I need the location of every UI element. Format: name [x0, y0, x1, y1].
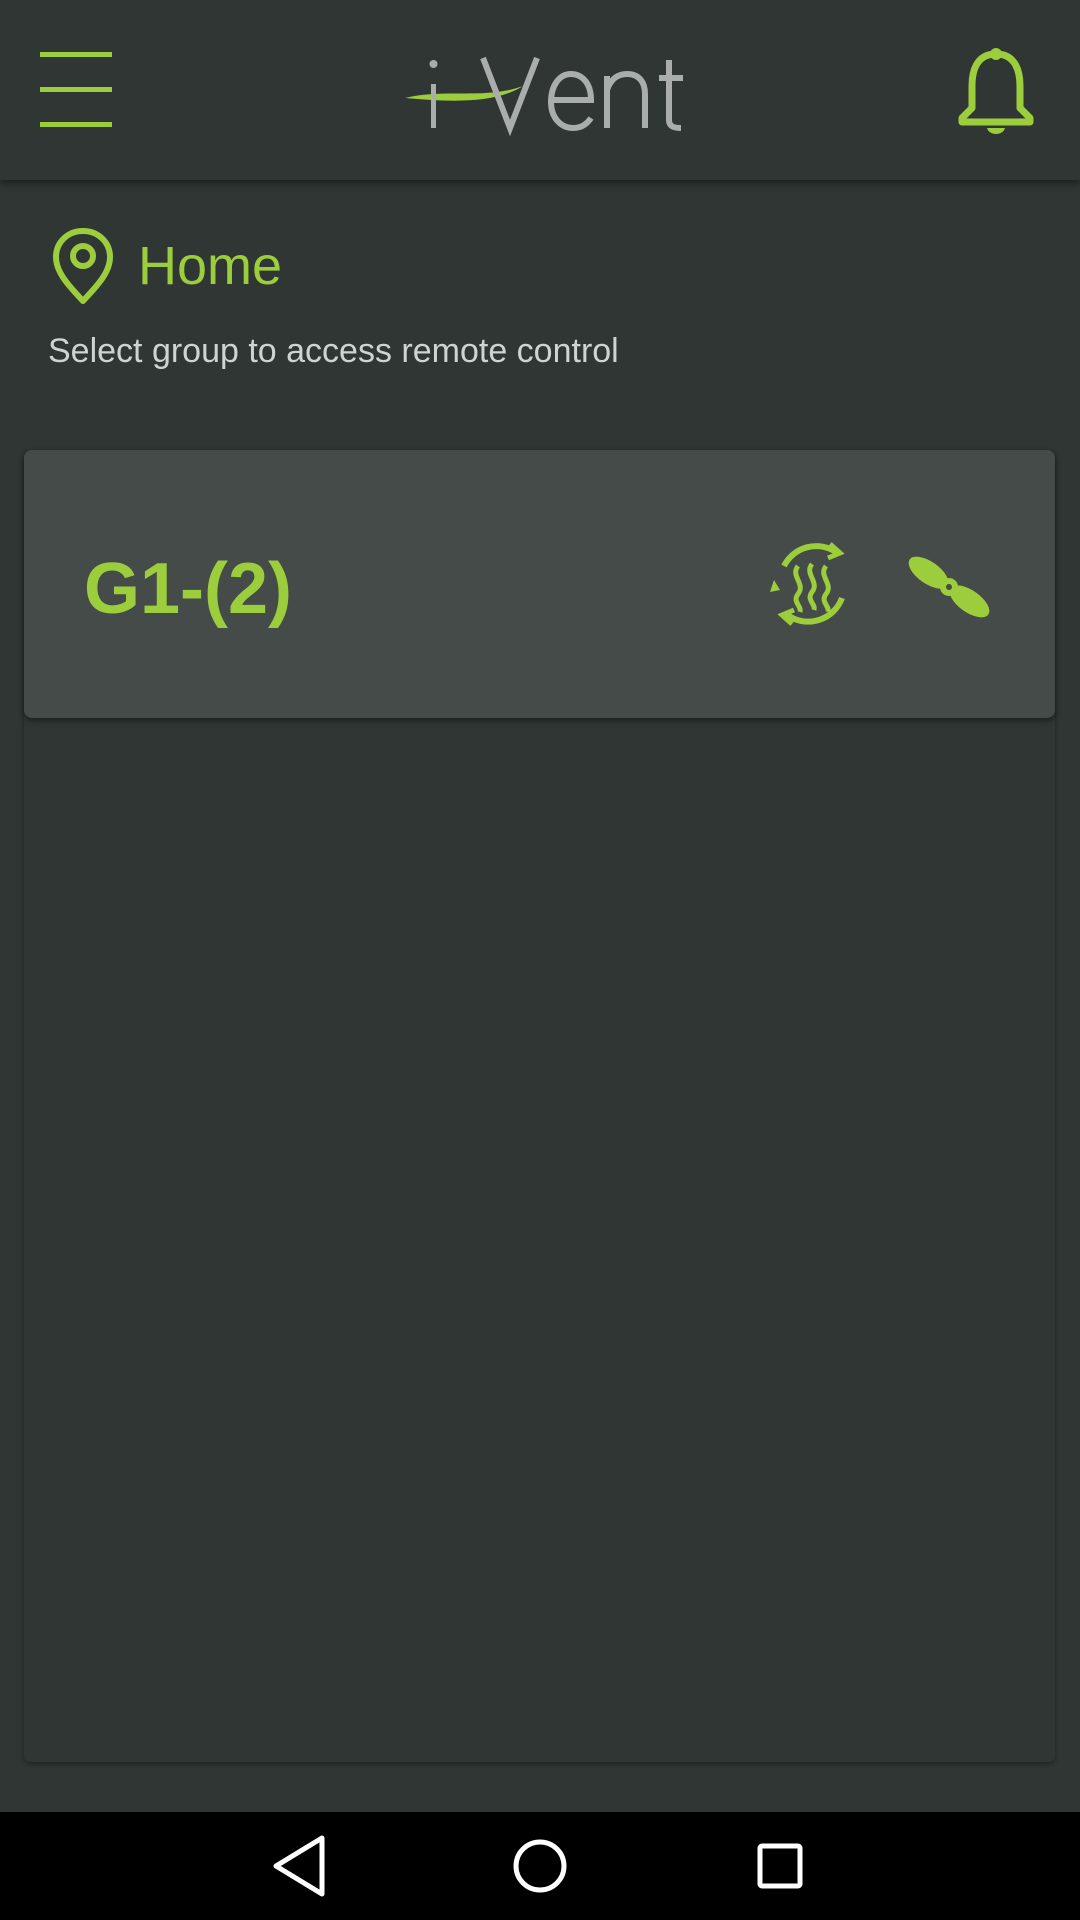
location-header: Home — [48, 226, 282, 306]
recents-button[interactable] — [742, 1828, 818, 1904]
home-button[interactable] — [502, 1828, 578, 1904]
back-button[interactable] — [262, 1828, 338, 1904]
group-card[interactable]: G1-(2) — [24, 450, 1055, 718]
hamburger-menu-icon — [40, 52, 112, 127]
back-triangle-icon — [273, 1835, 325, 1897]
app-logo — [405, 42, 715, 142]
fan-icon — [908, 556, 990, 618]
system-navigation-bar — [0, 1812, 1080, 1920]
instruction-text: Select group to access remote control — [48, 332, 619, 370]
recents-square-icon — [757, 1843, 803, 1889]
heat-recovery-icon — [770, 542, 845, 626]
notifications-button[interactable] — [956, 46, 1036, 136]
menu-button[interactable] — [40, 48, 128, 132]
group-name: G1-(2) — [84, 549, 293, 629]
app-bar — [0, 0, 1080, 180]
bell-icon — [958, 48, 1034, 134]
map-pin-icon — [53, 228, 113, 304]
location-title: Home — [138, 236, 283, 296]
home-circle-icon — [513, 1839, 567, 1893]
